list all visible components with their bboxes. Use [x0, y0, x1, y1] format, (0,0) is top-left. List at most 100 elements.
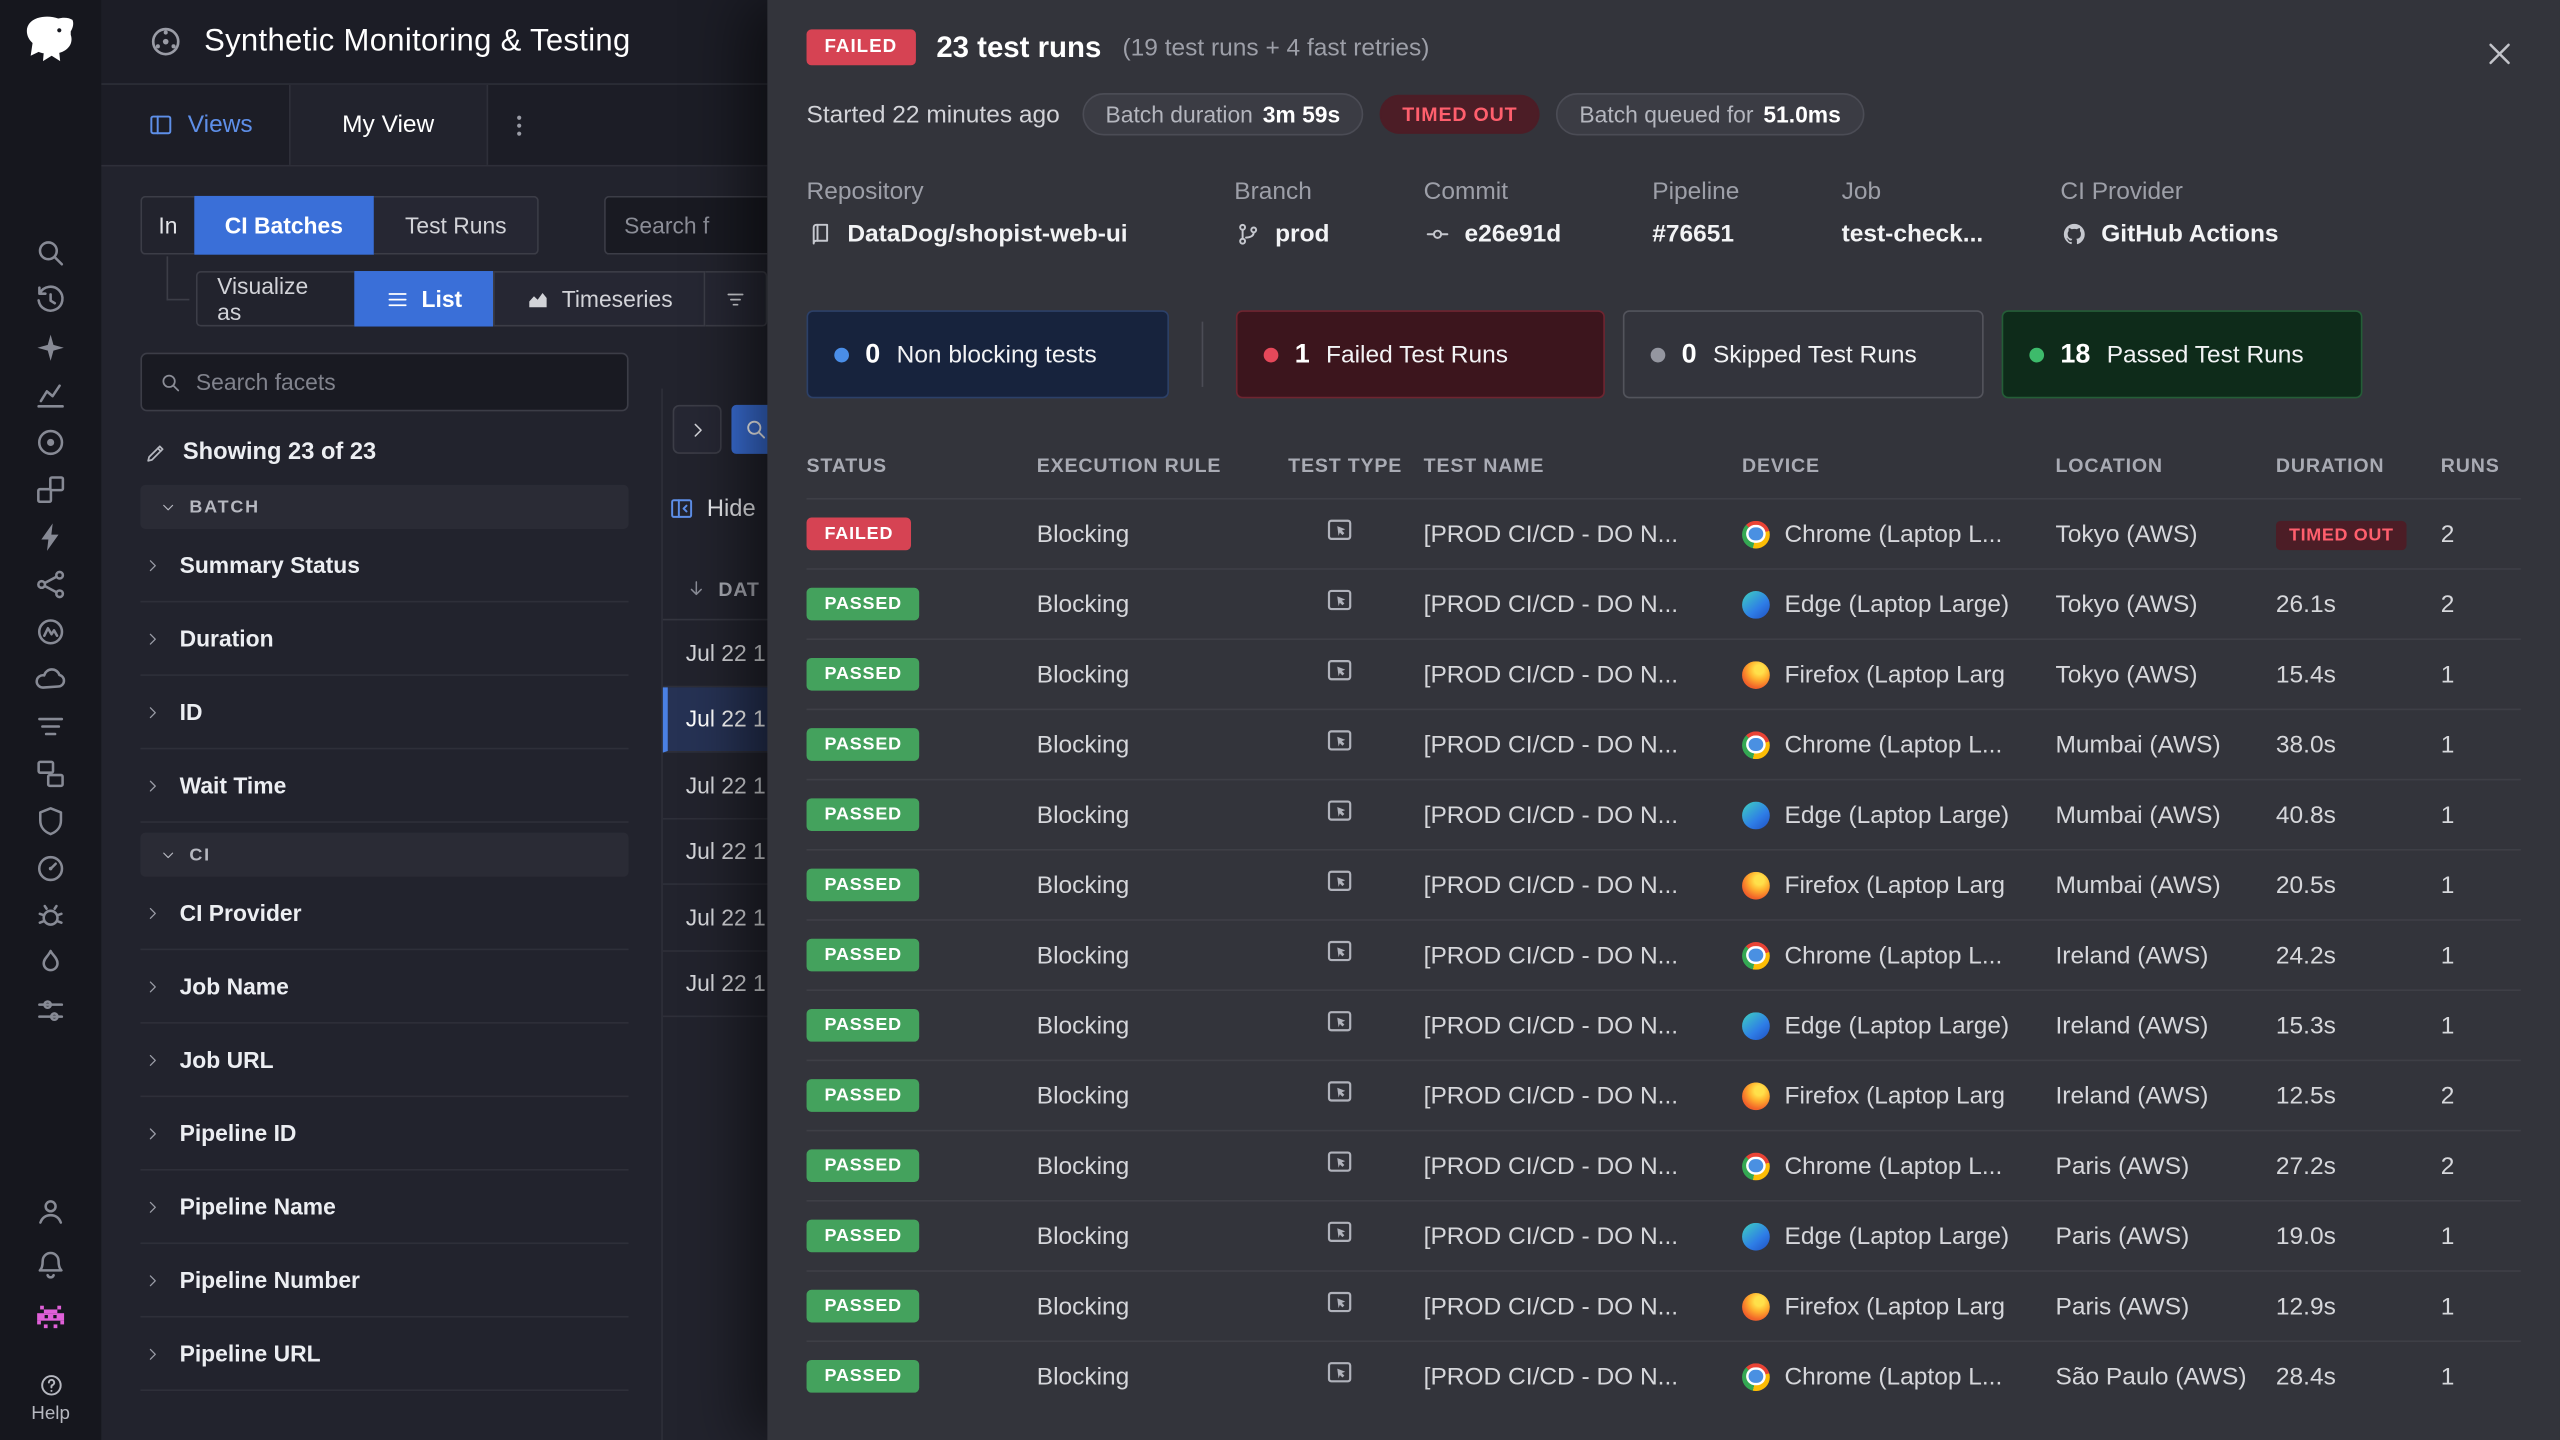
datadog-logo-icon[interactable]: [23, 15, 79, 67]
events-icon[interactable]: [33, 519, 69, 555]
chevron-right-icon: [144, 556, 162, 574]
error-tracking-icon[interactable]: [33, 898, 69, 934]
apm-icon[interactable]: [33, 614, 69, 650]
facet-item[interactable]: Pipeline ID: [140, 1097, 628, 1170]
test-name: [PROD CI/CD - DO N...: [1424, 1152, 1742, 1180]
summary-label: Skipped Test Runs: [1713, 340, 1917, 368]
column-header[interactable]: EXECUTION RULE: [1037, 454, 1288, 477]
facet-item[interactable]: CI Provider: [140, 877, 628, 950]
notifications-icon[interactable]: [33, 1247, 69, 1283]
duration: 19.0s: [2276, 1222, 2441, 1250]
facet-item[interactable]: Duration: [140, 602, 628, 675]
test-run-row[interactable]: FAILED Blocking [PROD CI/CD - DO N... Ch…: [807, 498, 2521, 568]
browser-test-icon: [1324, 936, 1355, 967]
tab-test-runs[interactable]: Test Runs: [374, 196, 539, 255]
collapse-panel-button[interactable]: [673, 405, 722, 454]
test-run-row[interactable]: PASSED Blocking [PROD CI/CD - DO N... Fi…: [807, 1060, 2521, 1130]
logs-icon[interactable]: [33, 709, 69, 745]
kebab-menu-button[interactable]: [488, 85, 550, 165]
column-header[interactable]: RUNS: [2441, 454, 2521, 477]
test-run-row[interactable]: PASSED Blocking [PROD CI/CD - DO N... Ed…: [807, 989, 2521, 1059]
summary-card-passed[interactable]: 18 Passed Test Runs: [2002, 310, 2363, 398]
test-run-row[interactable]: PASSED Blocking [PROD CI/CD - DO N... Ed…: [807, 779, 2521, 849]
facet-item[interactable]: Job URL: [140, 1024, 628, 1097]
close-panel-button[interactable]: [2482, 36, 2518, 72]
metrics-icon[interactable]: [33, 377, 69, 413]
started-ago: Started 22 minutes ago: [807, 100, 1060, 128]
column-header[interactable]: TEST NAME: [1424, 454, 1742, 477]
test-run-row[interactable]: PASSED Blocking [PROD CI/CD - DO N... Fi…: [807, 638, 2521, 708]
visualize-toplist-button[interactable]: [705, 271, 767, 327]
meta-item: Branch prod: [1234, 178, 1423, 248]
facet-group-header[interactable]: BATCH: [140, 485, 628, 529]
execution-rule: Blocking: [1037, 520, 1288, 548]
chevron-right-icon: [144, 1271, 162, 1289]
test-run-row[interactable]: PASSED Blocking [PROD CI/CD - DO N... Ch…: [807, 919, 2521, 989]
ci-pipelines-icon[interactable]: [33, 661, 69, 697]
test-run-row[interactable]: PASSED Blocking [PROD CI/CD - DO N... Ch…: [807, 1130, 2521, 1200]
settings-icon[interactable]: [33, 993, 69, 1029]
app-root: Help Synthetic Monitoring & Testing View…: [0, 0, 2560, 1440]
query-search-input[interactable]: [624, 212, 749, 238]
column-header[interactable]: DURATION: [2276, 454, 2441, 477]
summary-card-info[interactable]: 0 Non blocking tests: [807, 310, 1169, 398]
facet-label: Pipeline Number: [180, 1267, 360, 1293]
duration: 26.1s: [2276, 590, 2441, 618]
status-badge: FAILED: [807, 518, 912, 551]
tab-my-view[interactable]: My View: [289, 85, 488, 165]
synthetics-icon[interactable]: [33, 424, 69, 460]
views-button[interactable]: Views: [101, 85, 288, 165]
facet-item[interactable]: Job Name: [140, 950, 628, 1023]
test-run-row[interactable]: PASSED Blocking [PROD CI/CD - DO N... Fi…: [807, 849, 2521, 919]
test-run-row[interactable]: PASSED Blocking [PROD CI/CD - DO N... Fi…: [807, 1270, 2521, 1340]
profiling-icon[interactable]: [33, 945, 69, 981]
facet-item[interactable]: Summary Status: [140, 529, 628, 602]
test-name: [PROD CI/CD - DO N...: [1424, 801, 1742, 829]
meta-row: Repository DataDog/shopist-web-ui Branch…: [807, 178, 2521, 248]
meta-value: DataDog/shopist-web-ui: [807, 220, 1235, 248]
hide-column-button[interactable]: Hide: [668, 495, 756, 523]
help-button[interactable]: Help: [31, 1371, 70, 1423]
column-header[interactable]: LOCATION: [2056, 454, 2276, 477]
facet-item[interactable]: Pipeline URL: [140, 1318, 628, 1391]
meta-value: prod: [1234, 220, 1423, 248]
pencil-icon[interactable]: [144, 440, 168, 464]
runs-count: 2: [2441, 1152, 2521, 1180]
watchdog-icon[interactable]: [33, 330, 69, 366]
monitors-icon[interactable]: [33, 851, 69, 887]
summary-label: Passed Test Runs: [2107, 340, 2304, 368]
facet-group-header[interactable]: CI: [140, 833, 628, 877]
column-header[interactable]: STATUS: [807, 454, 1037, 477]
browser-test-icon: [1324, 1146, 1355, 1177]
test-run-row[interactable]: PASSED Blocking [PROD CI/CD - DO N... Ed…: [807, 1200, 2521, 1270]
test-run-row[interactable]: PASSED Blocking [PROD CI/CD - DO N... Ch…: [807, 709, 2521, 779]
facet-label: Pipeline ID: [180, 1120, 297, 1146]
location: Paris (AWS): [2056, 1152, 2276, 1180]
test-run-row[interactable]: PASSED Blocking [PROD CI/CD - DO N... Ed…: [807, 568, 2521, 638]
summary-card-failed[interactable]: 1 Failed Test Runs: [1236, 310, 1605, 398]
facet-item[interactable]: ID: [140, 676, 628, 749]
visualize-list-button[interactable]: List: [355, 271, 494, 327]
facet-item[interactable]: Wait Time: [140, 749, 628, 822]
execution-rule: Blocking: [1037, 1152, 1288, 1180]
service-map-icon[interactable]: [33, 567, 69, 603]
account-icon[interactable]: [33, 1193, 69, 1229]
batch-title: 23 test runs: [936, 30, 1101, 64]
runs-count: 1: [2441, 660, 2521, 688]
facet-search-input[interactable]: [196, 369, 611, 395]
facet-item[interactable]: Pipeline Name: [140, 1171, 628, 1244]
dashboards-icon[interactable]: [33, 756, 69, 792]
facet-item[interactable]: Pipeline Number: [140, 1244, 628, 1317]
column-header[interactable]: TEST TYPE: [1288, 454, 1424, 477]
column-header[interactable]: DEVICE: [1742, 454, 2055, 477]
tab-ci-batches[interactable]: CI Batches: [194, 196, 374, 255]
integrations-icon[interactable]: [33, 472, 69, 508]
summary-card-skipped[interactable]: 0 Skipped Test Runs: [1623, 310, 1984, 398]
history-icon[interactable]: [33, 282, 69, 318]
visualize-timeseries-button[interactable]: Timeseries: [493, 271, 705, 327]
bits-invader-icon[interactable]: [33, 1301, 69, 1337]
test-run-row[interactable]: PASSED Blocking [PROD CI/CD - DO N... Ch…: [807, 1340, 2521, 1410]
hide-panel-icon: [668, 495, 696, 523]
search-icon[interactable]: [33, 235, 69, 271]
security-icon[interactable]: [33, 803, 69, 839]
